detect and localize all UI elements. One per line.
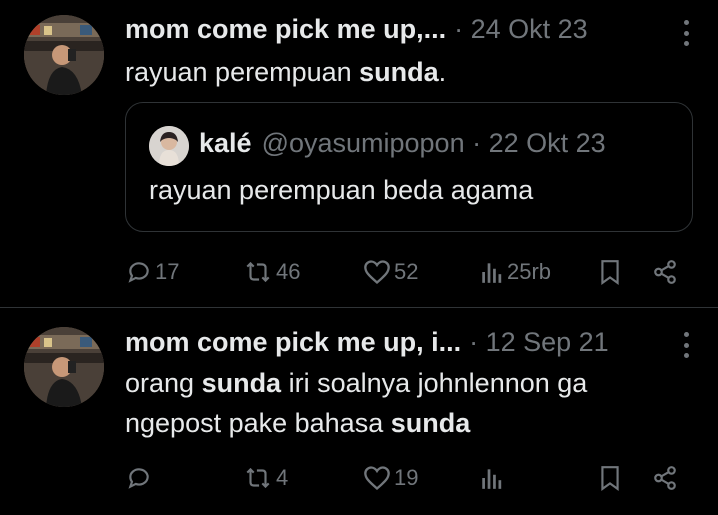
share-icon — [654, 260, 676, 284]
tweet-header: mom come pick me up, i... · 12 Sep 21 — [125, 326, 609, 358]
repost-icon — [246, 261, 270, 283]
bookmark-icon — [601, 260, 619, 285]
views-button[interactable] — [480, 458, 507, 498]
views-icon — [482, 469, 502, 489]
repost-count: 46 — [276, 259, 301, 284]
avatar[interactable] — [24, 15, 104, 95]
bookmark-button[interactable] — [599, 458, 621, 498]
quoted-tweet[interactable]: kalé @oyasumipopon · 22 Okt 23 rayuan pe… — [125, 102, 693, 232]
tweet[interactable]: mom come pick me up, i... · 12 Sep 21 or… — [0, 308, 718, 515]
reply-count: 17 — [155, 259, 180, 284]
tweet[interactable]: mom come pick me up,... · 24 Okt 23 rayu… — [0, 0, 718, 307]
more-options-icon[interactable] — [682, 20, 690, 46]
views-button[interactable]: 25rb — [480, 252, 551, 292]
quote-handle-date[interactable]: @oyasumipopon · 22 Okt 23 — [262, 128, 606, 159]
heart-icon — [364, 260, 390, 285]
author-name[interactable]: mom come pick me up,... — [125, 14, 446, 45]
tweet-text: rayuan perempuan sunda. — [125, 57, 447, 87]
tweet-date[interactable]: · 12 Sep 21 — [469, 327, 609, 358]
repost-button[interactable]: 46 — [243, 252, 300, 292]
bookmark-button[interactable] — [599, 252, 621, 292]
tweet-actions: 4 19 — [0, 458, 718, 498]
heart-icon — [364, 466, 390, 491]
like-count: 19 — [394, 465, 419, 490]
share-button[interactable] — [652, 458, 678, 498]
repost-count: 4 — [276, 465, 289, 490]
reply-icon — [128, 468, 149, 489]
views-icon — [482, 263, 502, 283]
like-button[interactable]: 52 — [363, 252, 418, 292]
reply-button[interactable] — [126, 458, 155, 498]
reply-icon — [128, 262, 149, 283]
bookmark-icon — [601, 466, 619, 491]
repost-icon — [246, 467, 270, 489]
like-count: 52 — [394, 259, 419, 284]
tweet-date[interactable]: · 24 Okt 23 — [454, 14, 588, 45]
reply-button[interactable]: 17 — [126, 252, 179, 292]
tweet-text: orang sunda iri soalnya johnlennon ga nge… — [125, 368, 588, 438]
repost-button[interactable]: 4 — [243, 458, 288, 498]
more-options-icon[interactable] — [682, 332, 690, 358]
like-button[interactable]: 19 — [363, 458, 418, 498]
author-name[interactable]: mom come pick me up, i... — [125, 327, 461, 358]
quote-header: kalé @oyasumipopon · 22 Okt 23 — [199, 128, 606, 159]
tweet-actions: 17 46 52 25rb — [0, 252, 718, 292]
avatar[interactable] — [24, 327, 104, 407]
tweet-header: mom come pick me up,... · 24 Okt 23 — [125, 13, 588, 45]
quote-author-name[interactable]: kalé — [199, 128, 252, 159]
views-count: 25rb — [507, 259, 552, 284]
share-icon — [654, 466, 676, 490]
quote-text: rayuan perempuan beda agama — [149, 175, 534, 205]
quote-avatar[interactable] — [149, 126, 189, 166]
share-button[interactable] — [652, 252, 678, 292]
